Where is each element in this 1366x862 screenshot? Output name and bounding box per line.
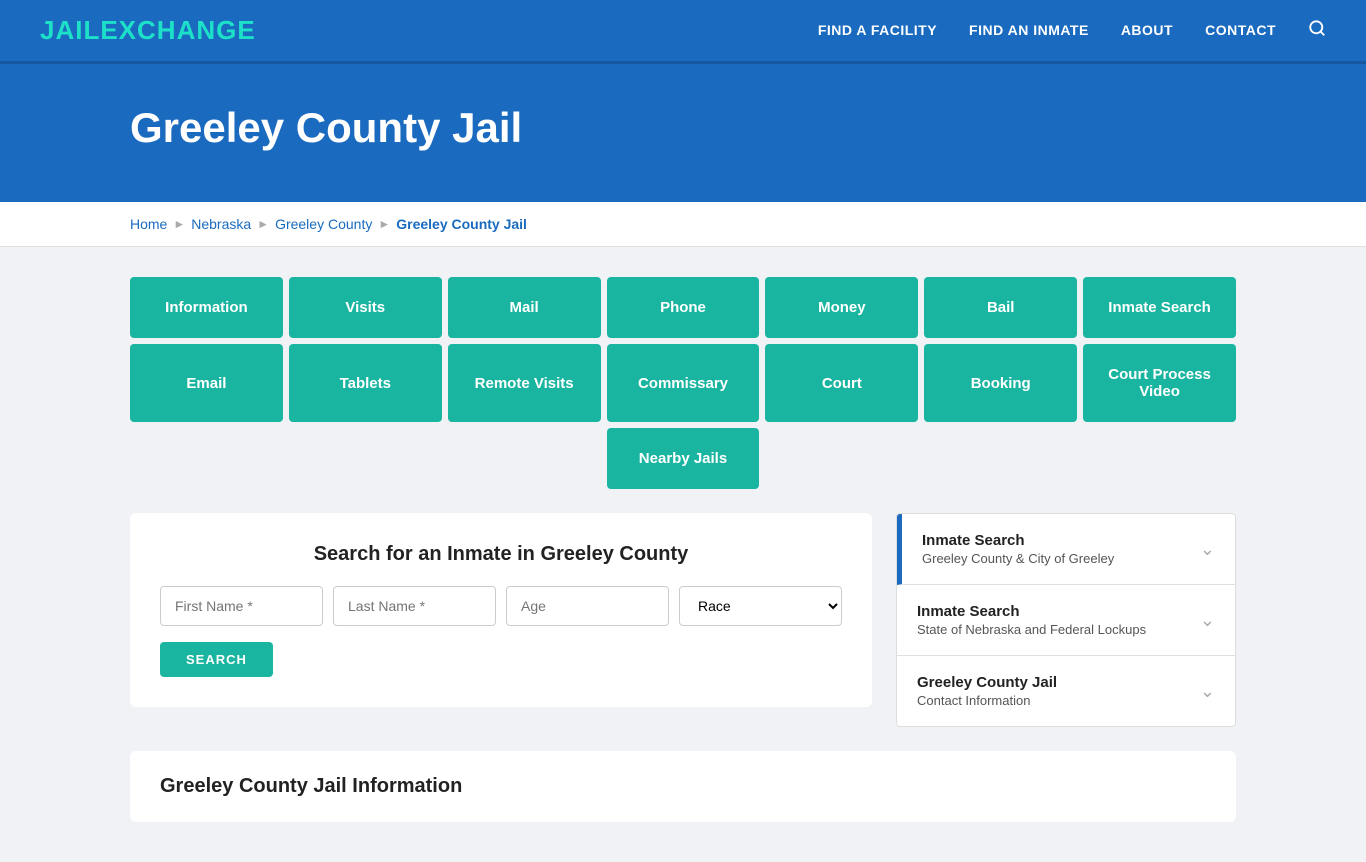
- search-fields: Race White Black Hispanic Asian Other: [160, 586, 842, 626]
- search-button[interactable]: SEARCH: [160, 642, 273, 677]
- btn-money[interactable]: Money: [765, 277, 918, 338]
- chevron-down-icon-1: ⌄: [1200, 539, 1215, 560]
- sidebar-card-1-title: Inmate Search: [922, 532, 1114, 549]
- button-grid-row1: Information Visits Mail Phone Money Bail…: [130, 277, 1236, 338]
- page-title: Greeley County Jail: [130, 104, 1326, 152]
- last-name-input[interactable]: [333, 586, 496, 626]
- btn-nearby-jails[interactable]: Nearby Jails: [607, 428, 760, 489]
- breadcrumb-sep-2: ►: [257, 217, 269, 231]
- jail-info-section: Greeley County Jail Information: [130, 751, 1236, 822]
- sidebar-card-1[interactable]: Inmate Search Greeley County & City of G…: [897, 514, 1235, 585]
- breadcrumb-greeley-county[interactable]: Greeley County: [275, 216, 372, 232]
- sidebar-card-3-text: Greeley County Jail Contact Information: [917, 674, 1057, 708]
- jail-info-title: Greeley County Jail Information: [160, 775, 1206, 798]
- btn-court[interactable]: Court: [765, 344, 918, 422]
- site-logo[interactable]: JAILEXCHANGE: [40, 15, 256, 46]
- inmate-search-box: Search for an Inmate in Greeley County R…: [130, 513, 872, 707]
- first-name-input[interactable]: [160, 586, 323, 626]
- btn-tablets[interactable]: Tablets: [289, 344, 442, 422]
- race-select[interactable]: Race White Black Hispanic Asian Other: [679, 586, 842, 626]
- button-grid-row3: Nearby Jails: [130, 428, 1236, 489]
- breadcrumb-home[interactable]: Home: [130, 216, 167, 232]
- btn-remote-visits[interactable]: Remote Visits: [448, 344, 601, 422]
- age-input[interactable]: [506, 586, 669, 626]
- chevron-down-icon-2: ⌄: [1200, 610, 1215, 631]
- breadcrumb: Home ► Nebraska ► Greeley County ► Greel…: [0, 202, 1366, 247]
- btn-mail[interactable]: Mail: [448, 277, 601, 338]
- breadcrumb-current: Greeley County Jail: [396, 216, 527, 232]
- sidebar-card-3-subtitle: Contact Information: [917, 693, 1057, 708]
- logo-exchange: EXCHANGE: [100, 15, 255, 45]
- nav-find-facility[interactable]: FIND A FACILITY: [818, 22, 937, 38]
- inmate-search-title: Search for an Inmate in Greeley County: [160, 543, 842, 566]
- lower-section: Search for an Inmate in Greeley County R…: [130, 513, 1236, 727]
- sidebar-card-1-subtitle: Greeley County & City of Greeley: [922, 551, 1114, 566]
- nav-find-inmate[interactable]: FIND AN INMATE: [969, 22, 1089, 38]
- main-nav: JAILEXCHANGE FIND A FACILITY FIND AN INM…: [0, 0, 1366, 64]
- chevron-down-icon-3: ⌄: [1200, 681, 1215, 702]
- btn-booking[interactable]: Booking: [924, 344, 1077, 422]
- sidebar-card-3[interactable]: Greeley County Jail Contact Information …: [897, 656, 1235, 726]
- sidebar-card-2-subtitle: State of Nebraska and Federal Lockups: [917, 622, 1146, 637]
- btn-email[interactable]: Email: [130, 344, 283, 422]
- nav-about[interactable]: ABOUT: [1121, 22, 1173, 38]
- btn-court-process-video[interactable]: Court Process Video: [1083, 344, 1236, 422]
- sidebar-card-1-text: Inmate Search Greeley County & City of G…: [922, 532, 1114, 566]
- nav-contact[interactable]: CONTACT: [1205, 22, 1276, 38]
- hero-section: Greeley County Jail: [0, 64, 1366, 202]
- sidebar-card-3-title: Greeley County Jail: [917, 674, 1057, 691]
- btn-phone[interactable]: Phone: [607, 277, 760, 338]
- btn-commissary[interactable]: Commissary: [607, 344, 760, 422]
- breadcrumb-sep-3: ►: [378, 217, 390, 231]
- btn-visits[interactable]: Visits: [289, 277, 442, 338]
- btn-information[interactable]: Information: [130, 277, 283, 338]
- btn-bail[interactable]: Bail: [924, 277, 1077, 338]
- logo-jail: JAIL: [40, 15, 100, 45]
- breadcrumb-nebraska[interactable]: Nebraska: [191, 216, 251, 232]
- sidebar-card-2-title: Inmate Search: [917, 603, 1146, 620]
- sidebar-card-2[interactable]: Inmate Search State of Nebraska and Fede…: [897, 585, 1235, 656]
- sidebar-cards: Inmate Search Greeley County & City of G…: [896, 513, 1236, 727]
- main-content: Information Visits Mail Phone Money Bail…: [0, 247, 1366, 862]
- button-grid-row2: Email Tablets Remote Visits Commissary C…: [130, 344, 1236, 422]
- btn-inmate-search[interactable]: Inmate Search: [1083, 277, 1236, 338]
- nav-links: FIND A FACILITY FIND AN INMATE ABOUT CON…: [818, 19, 1326, 42]
- search-icon[interactable]: [1308, 21, 1326, 41]
- breadcrumb-sep-1: ►: [173, 217, 185, 231]
- sidebar-card-2-text: Inmate Search State of Nebraska and Fede…: [917, 603, 1146, 637]
